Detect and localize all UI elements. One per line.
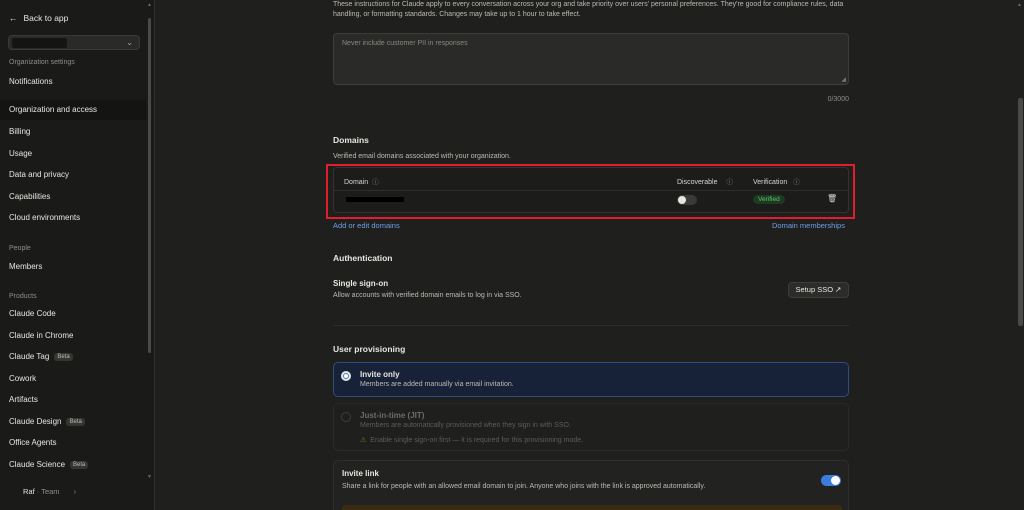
jit-warning: ⚠ Enable single sign-on first — it is req…	[360, 436, 583, 444]
main-scrollbar[interactable]	[1018, 98, 1023, 326]
sidebar-section-people: People	[9, 245, 31, 252]
option-description: Members are added manually via email inv…	[360, 381, 514, 388]
invite-link-title: Invite link	[342, 469, 379, 478]
sidebar-item-label: Claude in Chrome	[9, 331, 74, 340]
instructions-placeholder: Never include customer PII in responses	[342, 40, 468, 47]
add-or-edit-domains-link[interactable]: Add or edit domains	[333, 221, 400, 230]
sidebar-item-label: Office Agents	[9, 438, 57, 447]
sidebar-item-label: Claude Science	[9, 460, 66, 469]
sidebar-item-cloud-environments[interactable]: Cloud environments	[9, 213, 80, 222]
resize-handle-icon[interactable]: ◢	[841, 76, 846, 83]
redacted-org-name	[12, 38, 67, 48]
sidebar-item-claude-in-chrome[interactable]: Claude in Chrome	[9, 331, 73, 340]
invite-only-option[interactable]: Invite only Members are added manually v…	[333, 362, 849, 397]
sidebar-item-claude-tag[interactable]: Claude Tag Beta	[9, 352, 73, 361]
radio-unselected	[341, 412, 351, 422]
sso-description: Allow accounts with verified domain emai…	[333, 292, 522, 299]
sidebar-item-office-agents[interactable]: Office Agents	[9, 438, 56, 447]
user-provisioning-title: User provisioning	[333, 344, 406, 354]
sidebar-item-label: Claude Design	[9, 417, 62, 426]
sso-title: Single sign-on	[333, 279, 389, 288]
scroll-up-icon[interactable]: ▲	[1017, 2, 1022, 8]
warning-icon: ⚠	[360, 437, 367, 444]
warning-text: Enable single sign-on first — it is requ…	[370, 437, 584, 444]
highlight-box	[326, 164, 855, 219]
external-link-icon: ↗	[835, 285, 842, 294]
sidebar-section-org: Organization settings	[9, 59, 75, 66]
invite-link-card: Invite link Share a link for people with…	[333, 460, 849, 510]
setup-sso-button[interactable]: Setup SSO ↗	[788, 282, 849, 298]
authentication-title: Authentication	[333, 253, 393, 263]
setup-sso-label: Setup SSO	[795, 285, 834, 294]
domains-title: Domains	[333, 135, 369, 145]
invite-link-toggle[interactable]	[821, 475, 841, 486]
option-title: Invite only	[360, 370, 400, 379]
domain-memberships-link[interactable]: Domain memberships	[772, 221, 845, 230]
invite-link-banner	[342, 505, 842, 510]
scroll-up-icon[interactable]: ▲	[147, 2, 152, 8]
sidebar-item-billing[interactable]: Billing	[9, 127, 30, 136]
sidebar-item-label: Claude Code	[9, 309, 56, 318]
sidebar-item-data-and-privacy[interactable]: Data and privacy	[9, 170, 69, 179]
sidebar-item-claude-science[interactable]: Claude Science Beta	[9, 460, 89, 469]
character-counter: 0/3000	[827, 96, 849, 103]
sidebar-item-organization-and-access[interactable]: Organization and access	[0, 100, 146, 120]
sidebar-item-capabilities[interactable]: Capabilities	[9, 192, 50, 201]
separator: ·	[36, 487, 40, 496]
chevron-right-icon: ›	[73, 487, 77, 496]
main-content: These instructions for Claude apply to e…	[156, 0, 1024, 510]
beta-badge: Beta	[70, 461, 89, 469]
divider	[333, 325, 849, 326]
sidebar-scrollbar[interactable]	[148, 18, 151, 353]
scroll-down-icon[interactable]: ▼	[147, 474, 152, 480]
instructions-intro: These instructions for Claude apply to e…	[333, 1, 844, 18]
option-description: Members are automatically provisioned wh…	[360, 422, 571, 429]
beta-badge: Beta	[54, 353, 73, 361]
domains-description: Verified email domains associated with y…	[333, 153, 511, 160]
organization-selector[interactable]: ⌄	[8, 35, 140, 50]
user-name: Raf	[23, 487, 35, 496]
sidebar-item-members[interactable]: Members	[9, 262, 42, 271]
radio-selected[interactable]	[341, 371, 351, 381]
sidebar-item-cowork[interactable]: Cowork	[9, 374, 36, 383]
account-menu[interactable]: Raf · Team ›	[23, 487, 76, 496]
sidebar-item-artifacts[interactable]: Artifacts	[9, 395, 38, 404]
plan-name: Team	[41, 487, 60, 496]
sidebar-item-usage[interactable]: Usage	[9, 149, 32, 158]
sidebar-section-products: Products	[9, 293, 37, 300]
sidebar-item-label: Claude Tag	[9, 352, 50, 361]
option-title: Just-in-time (JIT)	[360, 411, 425, 420]
back-to-app-label: Back to app	[23, 13, 69, 23]
sidebar-item-claude-code[interactable]: Claude Code	[9, 309, 56, 318]
sidebar: ← Back to app ⌄ Organization settings No…	[0, 0, 155, 510]
sidebar-item-label: Cowork	[9, 374, 37, 383]
sidebar-item-notifications[interactable]: Notifications	[9, 77, 53, 86]
jit-option: Just-in-time (JIT) Members are automatic…	[333, 403, 849, 451]
sidebar-item-claude-design[interactable]: Claude Design Beta	[9, 417, 85, 426]
invite-link-description: Share a link for people with an allowed …	[342, 483, 706, 490]
arrow-left-icon: ←	[9, 13, 18, 23]
chevron-down-icon: ⌄	[126, 38, 133, 47]
back-to-app-link[interactable]: ← Back to app	[9, 13, 68, 23]
sidebar-item-label: Artifacts	[9, 395, 38, 404]
instructions-textarea[interactable]: Never include customer PII in responses …	[333, 33, 849, 85]
beta-badge: Beta	[66, 418, 85, 426]
